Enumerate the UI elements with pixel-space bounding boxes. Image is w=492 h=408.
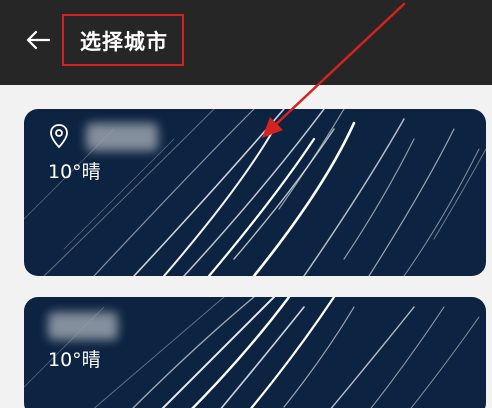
city-name-redacted [86, 123, 158, 151]
page-title: 选择城市 [80, 30, 168, 54]
location-pin-icon [50, 124, 68, 149]
app-bar: 选择城市 [0, 0, 492, 85]
city-card-current[interactable]: 10°晴 [24, 109, 486, 276]
city-name-redacted [48, 312, 118, 340]
back-button[interactable] [20, 22, 56, 58]
city-card[interactable]: 10°晴 [24, 297, 486, 408]
city-temperature: 10°晴 [48, 161, 101, 183]
city-temperature: 10°晴 [48, 349, 101, 371]
arrow-left-icon [26, 30, 51, 50]
